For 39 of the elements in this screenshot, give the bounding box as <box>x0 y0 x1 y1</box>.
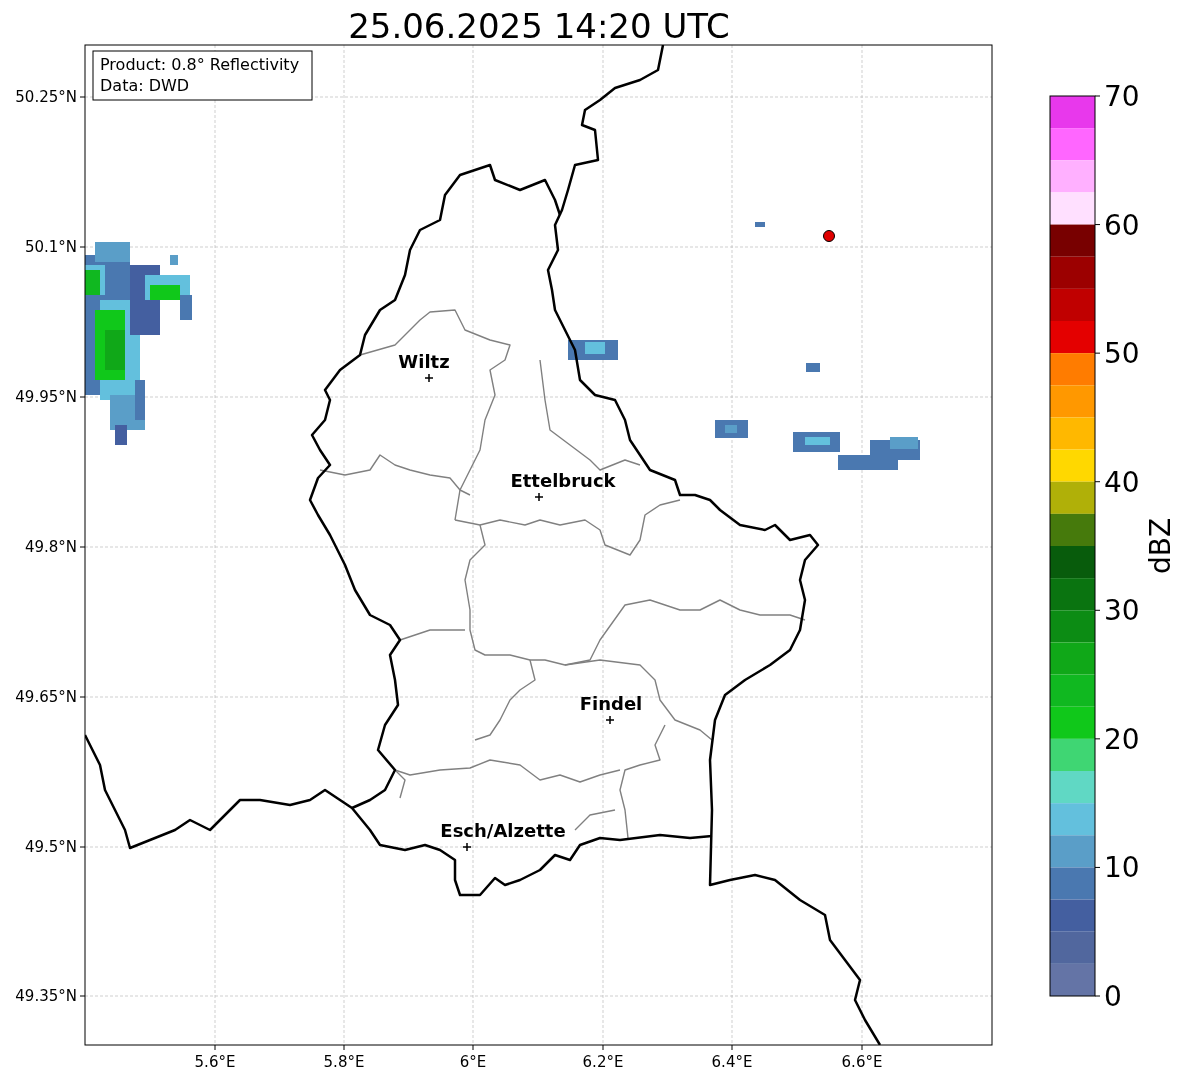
city-label: Findel <box>579 693 643 714</box>
latitude-label: 49.35°N <box>15 987 77 1005</box>
radar-echo <box>715 420 748 438</box>
longitude-label: 5.6°E <box>194 1053 236 1071</box>
latitude-label: 49.5°N <box>24 838 77 856</box>
colorbar-label: dBZ <box>1144 517 1177 575</box>
city-label: Ettelbruck <box>510 470 616 491</box>
latitude-label: 49.95°N <box>15 388 77 406</box>
colorbar-tick-label: 40 <box>1104 465 1140 499</box>
colorbar-tick-label: 60 <box>1104 208 1140 242</box>
site-marker <box>823 230 835 242</box>
longitude-label: 6.2°E <box>582 1053 624 1071</box>
chart-title: 25.06.2025 14:20 UTC <box>348 6 730 46</box>
colorbar-tick-label: 50 <box>1104 337 1140 371</box>
radar-echo <box>568 340 618 360</box>
longitude-label: 6.6°E <box>841 1053 883 1071</box>
colorbar-tick-label: 20 <box>1104 722 1140 756</box>
longitude-label: 6.4°E <box>711 1053 753 1071</box>
longitude-label: 5.8°E <box>323 1053 365 1071</box>
colorbar-tick-label: 70 <box>1104 80 1140 113</box>
colorbar-tick-label: 30 <box>1104 594 1140 628</box>
longitude-label: 6°E <box>459 1053 487 1071</box>
city-marker-icon <box>462 842 472 852</box>
info-text: Data: DWD <box>100 76 190 95</box>
latitude-label: 50.1°N <box>24 238 77 256</box>
info-text: Product: 0.8° Reflectivity <box>100 55 300 74</box>
latitude-label: 49.65°N <box>15 688 77 706</box>
colorbar-tick-label: 10 <box>1104 851 1140 885</box>
city-label: Esch/Alzette <box>440 820 566 841</box>
city-marker-icon <box>534 492 544 502</box>
latitude-label: 50.25°N <box>15 88 77 106</box>
city-label: Wiltz <box>398 351 450 372</box>
radar-echo <box>755 222 765 227</box>
radar-echo <box>806 363 820 372</box>
colorbar-tick-label: 0 <box>1104 980 1122 1013</box>
city-marker-icon <box>424 373 434 383</box>
city-marker-icon <box>605 715 615 725</box>
latitude-label: 49.8°N <box>24 538 77 556</box>
canton-border <box>574 809 616 831</box>
